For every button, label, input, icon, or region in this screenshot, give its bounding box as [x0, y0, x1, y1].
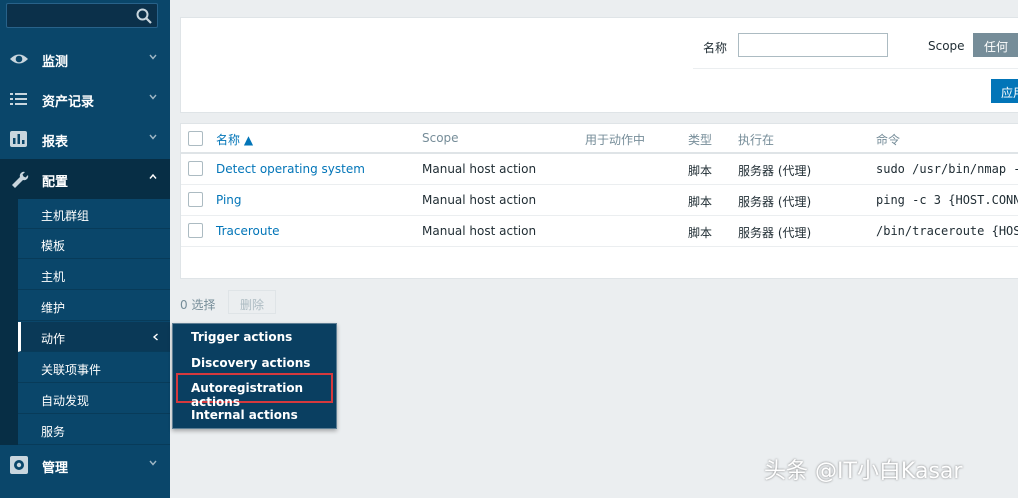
nav-inventory[interactable]: 资产记录: [0, 79, 170, 119]
list-icon: [10, 93, 27, 105]
script-scope: Manual host action: [422, 162, 537, 176]
submenu-indent: [0, 199, 18, 445]
nav-label: 资产记录: [42, 95, 95, 110]
scripts-table: 名称 ▲ Scope 用于动作中 类型 执行在 命令 Detect operat…: [180, 123, 1018, 279]
chevron-up-icon: [149, 173, 157, 179]
filter-divider: [693, 68, 1018, 69]
script-execute-on: 服务器 (代理): [738, 226, 812, 240]
name-filter-label: 名称: [703, 41, 728, 55]
column-header-name[interactable]: 名称 ▲: [216, 131, 253, 148]
submenu-item-hosts[interactable]: 主机: [18, 260, 170, 290]
column-header-execute-on: 执行在: [738, 133, 775, 147]
nav-configuration[interactable]: 配置: [0, 159, 170, 199]
menu-item-discovery-actions[interactable]: Discovery actions: [173, 350, 336, 376]
table-header-row: 名称 ▲ Scope 用于动作中 类型 执行在 命令: [181, 124, 1018, 154]
submenu-item-host-groups[interactable]: 主机群组: [18, 199, 170, 229]
submenu-item-maintenance[interactable]: 维护: [18, 291, 170, 321]
script-command: /bin/traceroute {HOS: [876, 224, 1018, 238]
search-icon[interactable]: [135, 7, 153, 25]
nav-label: 配置: [42, 175, 69, 190]
script-name-link[interactable]: Detect operating system: [216, 162, 365, 176]
filter-panel: 名称 Scope 任何 应用: [180, 17, 1018, 113]
script-execute-on: 服务器 (代理): [738, 195, 812, 209]
script-scope: Manual host action: [422, 224, 537, 238]
watermark: 头条 @IT小白Kasar: [764, 459, 963, 484]
select-all-checkbox[interactable]: [188, 131, 203, 146]
row-checkbox[interactable]: [188, 161, 203, 176]
nav-label: 报表: [42, 135, 69, 150]
nav-monitoring[interactable]: 监测: [0, 39, 170, 79]
table-row: Traceroute Manual host action 脚本 服务器 (代理…: [181, 216, 1018, 247]
chevron-down-icon: [149, 54, 157, 60]
script-command: ping -c 3 {HOST.CONN: [876, 193, 1018, 207]
nav-label: 管理: [42, 461, 69, 476]
search-input[interactable]: [6, 3, 158, 28]
column-header-used-in-actions: 用于动作中: [585, 133, 646, 147]
menu-item-trigger-actions[interactable]: Trigger actions: [173, 324, 336, 350]
column-header-scope: Scope: [422, 131, 459, 145]
chevron-down-icon: [149, 94, 157, 100]
menu-item-internal-actions[interactable]: Internal actions: [173, 402, 336, 428]
table-row: Ping Manual host action 脚本 服务器 (代理) ping…: [181, 185, 1018, 216]
chevron-down-icon: [149, 460, 157, 466]
nav-label: 监测: [42, 55, 69, 70]
column-header-commands: 命令: [876, 133, 901, 147]
gear-icon: [10, 456, 28, 474]
script-execute-on: 服务器 (代理): [738, 164, 812, 178]
script-type: 脚本: [688, 195, 713, 209]
selected-count: 0 选择: [180, 298, 216, 312]
eye-icon: [10, 54, 28, 64]
script-scope: Manual host action: [422, 193, 537, 207]
menu-item-autoregistration-actions[interactable]: Autoregistration actions: [176, 373, 333, 409]
script-name-link[interactable]: Ping: [216, 193, 242, 207]
sidebar: 监测 资产记录 报表 配置 主机群组 模板 主机 维护 动作 关联项事件 自动发…: [0, 0, 170, 498]
scope-any-button[interactable]: 任何: [973, 33, 1018, 57]
actions-flyout-menu: Trigger actions Discovery actions Autore…: [172, 323, 337, 429]
script-type: 脚本: [688, 226, 713, 240]
script-command: sudo /usr/bin/nmap -: [876, 162, 1018, 176]
submenu-item-templates[interactable]: 模板: [18, 229, 170, 259]
nav-reports[interactable]: 报表: [0, 119, 170, 159]
chevron-left-icon: [152, 333, 158, 341]
table-row: Detect operating system Manual host acti…: [181, 154, 1018, 185]
name-filter-input[interactable]: [738, 33, 888, 57]
row-checkbox[interactable]: [188, 223, 203, 238]
delete-button[interactable]: 删除: [228, 290, 276, 314]
script-name-link[interactable]: Traceroute: [216, 224, 280, 238]
wrench-icon: [12, 171, 29, 188]
bar-chart-icon: [10, 131, 27, 147]
chevron-down-icon: [149, 134, 157, 140]
submenu-item-actions[interactable]: 动作: [18, 322, 170, 352]
apply-button[interactable]: 应用: [991, 79, 1018, 103]
scope-filter-label: Scope: [928, 39, 965, 53]
submenu-item-event-correlation[interactable]: 关联项事件: [18, 353, 170, 383]
submenu-item-discovery[interactable]: 自动发现: [18, 384, 170, 414]
nav-administration[interactable]: 管理: [0, 445, 170, 485]
row-checkbox[interactable]: [188, 192, 203, 207]
script-type: 脚本: [688, 164, 713, 178]
column-header-type: 类型: [688, 133, 713, 147]
submenu-item-services[interactable]: 服务: [18, 415, 170, 445]
